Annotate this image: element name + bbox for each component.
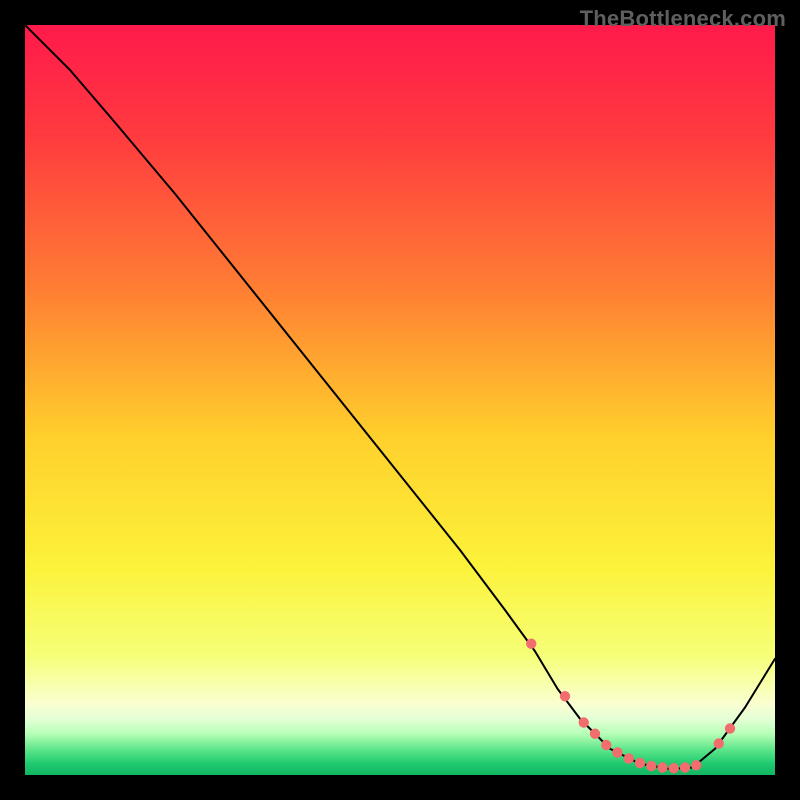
gradient-background: [25, 25, 775, 775]
curve-marker: [579, 717, 589, 727]
curve-marker: [714, 738, 724, 748]
curve-marker: [612, 747, 622, 757]
curve-marker: [601, 740, 611, 750]
watermark-text: TheBottleneck.com: [580, 6, 786, 32]
curve-marker: [646, 761, 656, 771]
curve-marker: [725, 723, 735, 733]
curve-marker: [657, 762, 667, 772]
curve-marker: [590, 729, 600, 739]
curve-marker: [680, 762, 690, 772]
curve-marker: [560, 691, 570, 701]
curve-marker: [669, 763, 679, 773]
curve-marker: [691, 760, 701, 770]
chart-frame: TheBottleneck.com: [0, 0, 800, 800]
curve-marker: [635, 758, 645, 768]
chart-svg: [25, 25, 775, 775]
curve-marker: [526, 639, 536, 649]
curve-marker: [624, 753, 634, 763]
plot-area: [25, 25, 775, 775]
